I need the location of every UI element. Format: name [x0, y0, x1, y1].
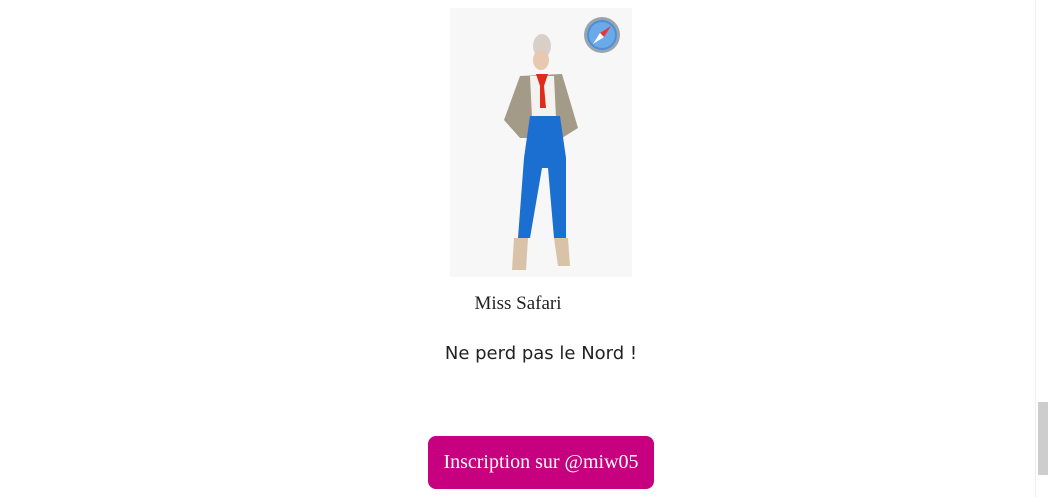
product-tagline: Ne perd pas le Nord ! — [444, 343, 638, 364]
product-name: Miss Safari — [474, 293, 562, 314]
model-shoes — [512, 238, 570, 270]
scrollbar-thumb[interactable] — [1038, 402, 1048, 475]
signup-button[interactable]: Inscription sur @miw05 — [428, 436, 654, 489]
product-photo — [450, 8, 632, 277]
model-head — [533, 50, 549, 70]
safari-compass-icon — [583, 16, 621, 59]
